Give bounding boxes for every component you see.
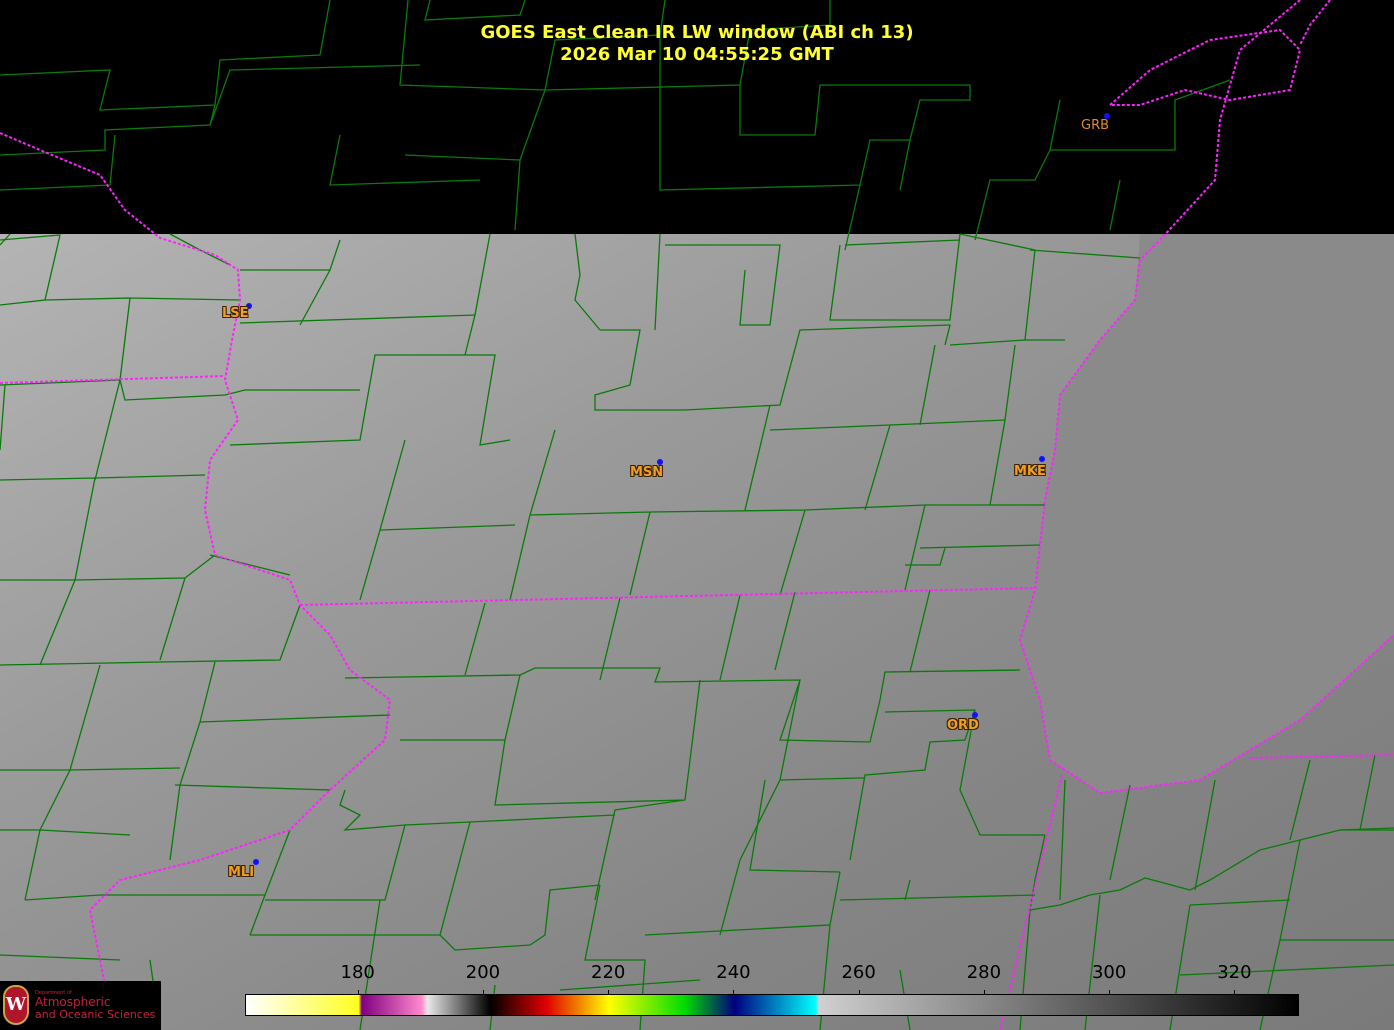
colorbar-tick-label: 180	[340, 962, 375, 983]
city-label-mli: MLI	[228, 865, 255, 880]
temperature-colorbar	[245, 994, 1299, 1016]
logo-line-2: and Oceanic Sciences	[35, 1008, 156, 1021]
colorbar-tick-label: 300	[1091, 962, 1127, 983]
colorbar-tick-label: 240	[716, 962, 751, 983]
colorbar-tick-label: 260	[841, 962, 876, 983]
colorbar-tick-label: 280	[966, 962, 1002, 983]
city-label-mke: MKE	[1014, 464, 1046, 479]
city-marker-mke	[1039, 456, 1045, 462]
aos-logo: W Department of Atmospheric and Oceanic …	[0, 981, 161, 1030]
city-label-msn: MSN	[630, 465, 664, 480]
colorbar-tick-label: 200	[465, 962, 501, 983]
product-title: GOES East Clean IR LW window (ABI ch 13)	[480, 22, 914, 43]
logo-line-1: Atmospheric	[35, 995, 111, 1009]
city-label-grb: GRB	[1081, 118, 1110, 133]
colorbar-tick-label: 220	[591, 962, 626, 983]
uw-crest-icon: W	[3, 985, 29, 1025]
city-label-lse: LSE	[222, 306, 249, 321]
observation-time: 2026 Mar 10 04:55:25 GMT	[560, 44, 834, 65]
colorbar-tick-label: 320	[1217, 962, 1252, 983]
city-label-ord: ORD	[947, 718, 979, 733]
satellite-ir-map	[0, 0, 1394, 1030]
